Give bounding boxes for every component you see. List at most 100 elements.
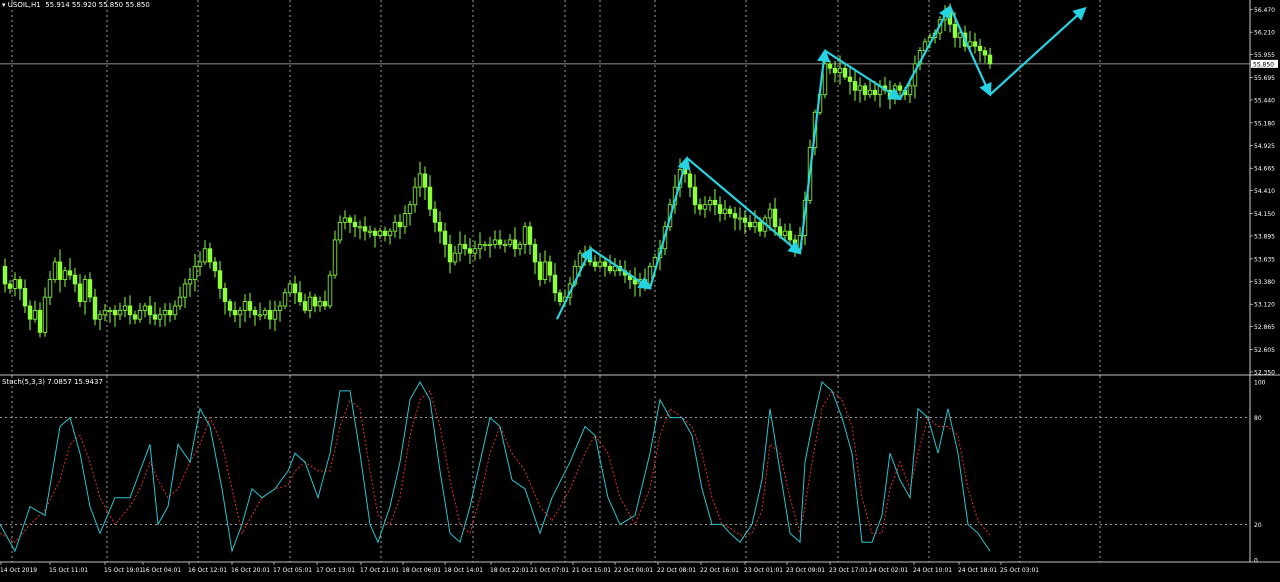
candle-body <box>407 204 413 214</box>
candle <box>432 201 438 233</box>
candle <box>477 232 483 260</box>
candle-body <box>972 41 978 47</box>
price-tick-label: 54.150 <box>1254 211 1275 218</box>
candle <box>372 227 378 248</box>
candle-body <box>372 230 378 236</box>
candle <box>317 296 323 312</box>
candle <box>57 249 63 293</box>
candle-body <box>317 301 323 307</box>
time-tick-label: 24 Oct 10:01 <box>913 567 952 574</box>
candle-body <box>837 67 843 74</box>
candle-body <box>482 243 488 246</box>
candle <box>297 281 303 306</box>
candle-body <box>602 261 608 267</box>
candle <box>602 257 608 277</box>
candle <box>177 286 183 311</box>
time-tick-label: 15 Oct 11:01 <box>49 567 88 574</box>
candle <box>437 211 443 244</box>
symbol-label: USOIL,H1 <box>7 1 41 9</box>
candle-body <box>62 270 68 280</box>
candle-body <box>412 186 418 206</box>
candle <box>402 205 408 234</box>
candle <box>17 276 23 301</box>
candle-body <box>427 186 433 210</box>
candle <box>97 310 103 330</box>
candle-body <box>127 305 133 316</box>
candle-body <box>422 173 428 188</box>
candle-body <box>872 89 878 96</box>
candle <box>492 230 498 249</box>
candle <box>527 221 533 255</box>
candle <box>7 280 13 294</box>
candle-body <box>782 230 788 236</box>
candle-body <box>722 208 728 214</box>
stoch-tick-label: 0 <box>1254 558 1258 565</box>
candle <box>182 278 188 308</box>
candle-body <box>2 265 8 285</box>
candle-body <box>7 283 13 289</box>
time-tick-label: 22 Oct 16:01 <box>700 567 739 574</box>
candle-body <box>532 243 538 263</box>
candle-body <box>367 230 373 233</box>
time-tick-label: 17 Oct 13:01 <box>316 567 355 574</box>
candle-body <box>212 261 218 272</box>
time-tick-label: 18 Oct 06:01 <box>402 567 441 574</box>
time-tick-label: 22 Oct 08:01 <box>657 567 696 574</box>
candle-body <box>452 252 458 263</box>
candle <box>632 267 638 297</box>
candle <box>197 251 203 276</box>
candle-body <box>352 221 358 228</box>
candle <box>392 215 398 238</box>
stochastic-chart[interactable]: 100 80 20 0 14 Oct 2019 15 Oct 11:01 15 Oct 19… <box>0 376 1280 578</box>
candle <box>522 222 528 254</box>
candle-body <box>162 309 168 316</box>
price-tick-label: 55.180 <box>1254 120 1275 127</box>
candle-body <box>132 314 138 320</box>
time-tick-label: 21 Oct 07:01 <box>530 567 569 574</box>
candle <box>262 307 268 320</box>
candle-body <box>487 243 493 246</box>
candle-body <box>557 292 563 302</box>
candle-body <box>77 283 83 302</box>
price-chart[interactable]: 56.470 56.210 55.955 55.695 55.440 55.180 54.9… <box>0 0 1280 377</box>
price-tick-label: 56.470 <box>1254 7 1275 14</box>
candle-body <box>22 287 28 307</box>
candle-body <box>152 314 158 320</box>
candle <box>342 210 348 230</box>
candle-body <box>402 213 408 228</box>
candle <box>722 200 728 221</box>
candle <box>117 302 123 320</box>
candle-body <box>747 221 753 228</box>
candle <box>457 231 463 262</box>
candle <box>267 300 273 330</box>
candle-body <box>102 309 108 316</box>
candle-body <box>12 279 18 289</box>
candle <box>242 294 248 323</box>
candle <box>172 300 178 320</box>
candle-body <box>987 54 993 65</box>
candle-body <box>417 173 423 188</box>
candle <box>327 270 333 309</box>
time-tick-label: 18 Oct 14:01 <box>444 567 483 574</box>
candle-body <box>137 309 143 320</box>
candle <box>127 295 133 325</box>
trend-arrow <box>648 155 691 289</box>
time-tick-label: 17 Oct 21:01 <box>360 567 399 574</box>
stochastic-panel[interactable]: 100 80 20 0 14 Oct 2019 15 Oct 11:01 15 Oct 19… <box>0 376 1280 578</box>
time-tick-label: 22 Oct 00:01 <box>614 567 653 574</box>
candle <box>62 266 68 287</box>
dropdown-triangle-icon[interactable]: ▾ <box>2 1 6 9</box>
candle <box>12 272 18 297</box>
candle-body <box>757 221 763 232</box>
candle <box>92 288 98 326</box>
candle <box>37 302 43 338</box>
candle-body <box>327 274 333 307</box>
candle <box>77 274 83 308</box>
candle <box>42 287 48 337</box>
candle <box>132 310 138 325</box>
candle <box>367 225 373 238</box>
candle-body <box>337 221 343 241</box>
price-chart-panel[interactable]: 56.470 56.210 55.955 55.695 55.440 55.180 54.9… <box>0 0 1280 377</box>
candle <box>537 252 543 287</box>
candle <box>692 174 698 214</box>
